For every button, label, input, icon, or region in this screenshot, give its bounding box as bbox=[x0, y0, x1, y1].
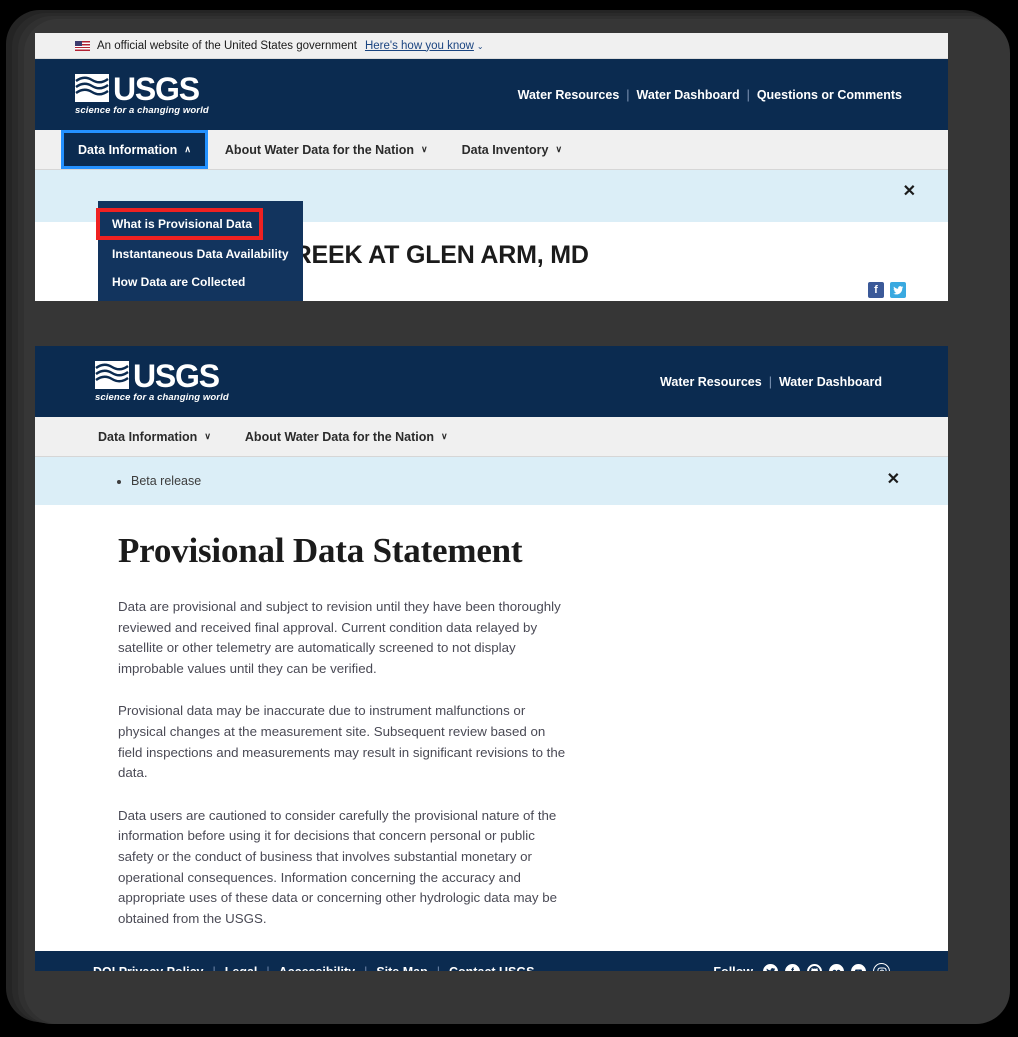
alert-list: Beta release bbox=[35, 474, 201, 488]
separator: | bbox=[266, 965, 269, 971]
chevron-down-icon: ∨ bbox=[441, 431, 448, 441]
usgs-tagline: science for a changing world bbox=[75, 104, 209, 116]
usgs-header-bottom: USGS science for a changing world Water … bbox=[35, 346, 948, 417]
header-link-water-resources[interactable]: Water Resources bbox=[660, 375, 762, 389]
bottom-browser-panel: USGS science for a changing world Water … bbox=[35, 346, 948, 971]
alert-close-button[interactable]: ✕ bbox=[903, 184, 916, 200]
dropdown-item-what-is-provisional-data[interactable]: What is Provisional Data bbox=[96, 208, 263, 240]
main-nav-bottom: Data Information ∨ About Water Data for … bbox=[35, 417, 948, 457]
article-paragraph: Data users are cautioned to consider car… bbox=[118, 807, 558, 926]
chevron-down-icon: ⌄ bbox=[476, 41, 484, 51]
twitter-icon[interactable] bbox=[763, 964, 778, 971]
separator: | bbox=[626, 87, 630, 102]
dropdown-item-how-data-are-collected[interactable]: How Data are Collected bbox=[98, 268, 303, 296]
instagram-icon[interactable] bbox=[873, 963, 890, 971]
header-link-questions-or-comments[interactable]: Questions or Comments bbox=[757, 88, 902, 102]
alert-close-button[interactable]: ✕ bbox=[887, 472, 900, 488]
usgs-tagline: science for a changing world bbox=[95, 391, 229, 403]
footer-link-legal[interactable]: Legal bbox=[225, 965, 258, 971]
separator: | bbox=[212, 965, 215, 971]
separator: | bbox=[768, 374, 772, 389]
footer-row-primary: DOI Privacy Policy | Legal | Accessibility | S… bbox=[93, 951, 890, 971]
gov-banner-text: An official website of the United States… bbox=[97, 39, 357, 52]
usgs-wave-mark-icon bbox=[95, 360, 129, 389]
separator: | bbox=[437, 965, 440, 971]
share-icons: f bbox=[868, 282, 906, 298]
usgs-wave-mark-icon bbox=[75, 73, 109, 102]
nav-item-about-water-data[interactable]: About Water Data for the Nation ∨ bbox=[228, 417, 465, 456]
usgs-logo[interactable]: USGS science for a changing world bbox=[95, 357, 229, 403]
usgs-wordmark: USGS bbox=[133, 357, 220, 394]
article-paragraph: Provisional data may be inaccurate due t… bbox=[118, 703, 566, 781]
main-nav-top: Data Information ∧ About Water Data for … bbox=[35, 130, 948, 170]
header-link-water-dashboard[interactable]: Water Dashboard bbox=[637, 88, 740, 102]
article-content: Provisional Data Statement Data are prov… bbox=[35, 505, 948, 930]
youtube-icon[interactable] bbox=[851, 964, 866, 971]
header-link-water-dashboard[interactable]: Water Dashboard bbox=[779, 375, 882, 389]
chevron-up-icon: ∧ bbox=[184, 144, 191, 154]
nav-item-data-information[interactable]: Data Information ∧ bbox=[61, 130, 208, 169]
flickr-icon[interactable] bbox=[829, 964, 844, 971]
nav-item-data-inventory[interactable]: Data Inventory ∨ bbox=[445, 130, 579, 169]
twitter-icon[interactable] bbox=[890, 282, 906, 298]
chevron-down-icon: ∨ bbox=[421, 144, 428, 154]
header-link-water-resources[interactable]: Water Resources bbox=[518, 88, 620, 102]
article-paragraph: Data are provisional and subject to revi… bbox=[118, 599, 561, 676]
page-footer: DOI Privacy Policy | Legal | Accessibility | S… bbox=[35, 951, 948, 971]
nav-item-data-information[interactable]: Data Information ∨ bbox=[81, 417, 228, 456]
header-links-bottom: Water Resources | Water Dashboard bbox=[660, 375, 882, 389]
chevron-down-icon: ∨ bbox=[204, 431, 211, 441]
footer-link-accessibility[interactable]: Accessibility bbox=[279, 965, 355, 971]
us-flag-icon bbox=[75, 40, 90, 51]
article-title: Provisional Data Statement bbox=[118, 531, 523, 570]
top-browser-panel: An official website of the United States… bbox=[35, 33, 948, 301]
usgs-header-top: USGS science for a changing world Water … bbox=[35, 59, 948, 130]
heres-how-you-know-link[interactable]: Here's how you know ⌄ bbox=[365, 40, 484, 52]
footer-link-site-map[interactable]: Site Map bbox=[376, 965, 427, 971]
alert-band-bottom: Beta release ✕ bbox=[35, 457, 948, 505]
dropdown-item-instantaneous-data-availability[interactable]: Instantaneous Data Availability bbox=[98, 240, 303, 268]
list-item: Beta release bbox=[131, 474, 201, 488]
github-icon[interactable] bbox=[807, 964, 822, 971]
header-links-top: Water Resources | Water Dashboard | Question… bbox=[518, 88, 902, 102]
nav-item-about-water-data[interactable]: About Water Data for the Nation ∨ bbox=[208, 130, 445, 169]
usgs-logo[interactable]: USGS science for a changing world bbox=[75, 70, 209, 116]
government-banner: An official website of the United States… bbox=[35, 33, 948, 59]
facebook-icon[interactable]: f bbox=[868, 282, 884, 298]
footer-link-contact-usgs[interactable]: Contact USGS bbox=[449, 965, 534, 971]
footer-links-primary: DOI Privacy Policy | Legal | Accessibility | S… bbox=[93, 965, 534, 971]
follow-section: Follow f bbox=[713, 963, 890, 971]
follow-label: Follow bbox=[713, 965, 753, 971]
facebook-icon[interactable]: f bbox=[785, 964, 800, 971]
separator: | bbox=[364, 965, 367, 971]
chevron-down-icon: ∨ bbox=[555, 144, 563, 154]
separator: | bbox=[746, 87, 750, 102]
data-information-dropdown: What is Provisional Data Instantaneous D… bbox=[96, 201, 303, 301]
usgs-wordmark: USGS bbox=[113, 70, 200, 107]
footer-link-doi-privacy-policy[interactable]: DOI Privacy Policy bbox=[93, 965, 203, 971]
